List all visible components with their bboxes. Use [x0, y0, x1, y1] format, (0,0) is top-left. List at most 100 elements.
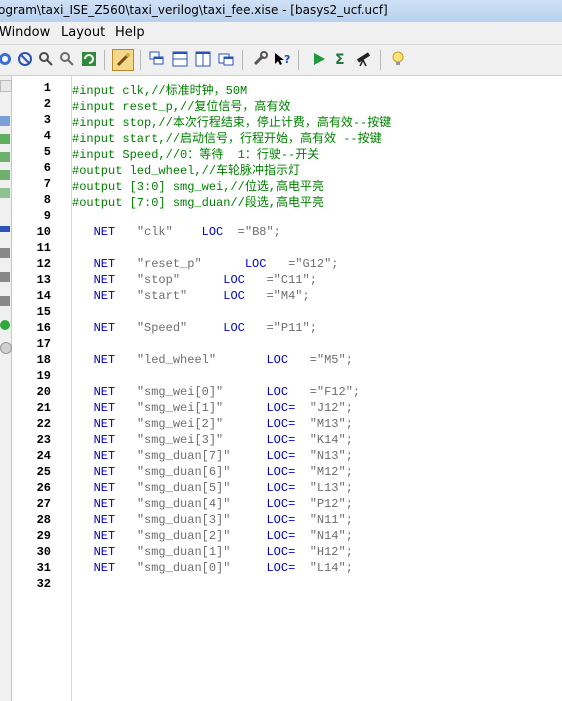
pin-value: "K14";	[309, 433, 353, 447]
line-number: 3	[43, 113, 51, 127]
toolbar: ? Σ	[0, 45, 562, 76]
arrow-icon[interactable]	[0, 272, 10, 282]
signal-name: "clk"	[136, 225, 173, 239]
net-keyword: NET	[93, 257, 116, 271]
panel-icon[interactable]	[0, 134, 10, 144]
arrow-icon[interactable]	[0, 248, 10, 258]
line-number: 30	[36, 545, 51, 559]
stop-icon[interactable]	[0, 342, 12, 354]
net-keyword: NET	[93, 465, 116, 479]
net-keyword: NET	[93, 481, 116, 495]
code-editor[interactable]: #input clk,//标准时钟，50M #input reset_p,//复位…	[72, 76, 562, 701]
code-line: #input reset_p,//复位信号，高有效	[72, 97, 290, 114]
signal-name: "smg_duan[6]"	[136, 465, 231, 479]
settings-wrench-icon[interactable]	[251, 50, 269, 68]
loc-keyword: LOC=	[266, 529, 296, 543]
loc-keyword: LOC	[223, 273, 245, 287]
tile-vertical-icon[interactable]	[194, 50, 212, 68]
line-number: 21	[36, 401, 51, 415]
line-number: 19	[36, 369, 51, 383]
help-cursor-icon[interactable]: ?	[273, 50, 291, 68]
comment-text: #input reset_p,//复位信号，高有效	[72, 100, 291, 114]
loc-keyword: LOC	[201, 225, 224, 239]
loc-keyword: LOC	[266, 353, 289, 367]
line-number: 26	[36, 481, 51, 495]
line-number: 23	[36, 433, 51, 447]
loc-keyword: LOC=	[266, 465, 296, 479]
line-number: 1	[43, 81, 51, 95]
panel-icon[interactable]	[0, 80, 12, 92]
net-keyword: NET	[93, 321, 116, 335]
panel-icon[interactable]	[0, 170, 10, 180]
code-line: #input start,//启动信号，行程开始，高有效 --按键	[72, 129, 382, 146]
net-keyword: NET	[93, 417, 116, 431]
signal-name: "smg_wei[0]"	[136, 385, 224, 399]
line-number: 28	[36, 513, 51, 527]
code-line: #input stop,//本次行程结束，停止计费，高有效--按键	[72, 113, 391, 130]
line-number-gutter: 1 2 3 4 5 6 7 8 9 10 11 12 13 14 15 16 17 18 19 20 21 22 23 24 2…	[12, 76, 72, 701]
signal-name: "start"	[136, 289, 188, 303]
pin-value: ="B8";	[237, 225, 281, 239]
signal-name: "smg_duan[4]"	[136, 497, 231, 511]
menu-bar: Window Layout Help	[0, 22, 562, 45]
line-number: 4	[43, 129, 51, 143]
go-icon[interactable]	[0, 320, 10, 330]
menu-layout[interactable]: Layout	[61, 25, 105, 40]
find-in-files-icon[interactable]	[37, 50, 55, 68]
net-keyword: NET	[93, 449, 116, 463]
comment-text: #input clk,//标准时钟，50M	[72, 84, 248, 98]
replace-icon[interactable]	[58, 50, 76, 68]
float-icon[interactable]	[217, 50, 235, 68]
tile-horizontal-icon[interactable]	[171, 50, 189, 68]
pin-value: ="C11";	[266, 273, 317, 287]
signal-name: "smg_duan[3]"	[136, 513, 231, 527]
telescope-icon[interactable]	[355, 50, 373, 68]
code-line: NET "reset_p" LOC ="G12";	[72, 257, 339, 271]
menu-help[interactable]: Help	[115, 25, 145, 40]
sigma-icon[interactable]: Σ	[332, 50, 350, 68]
line-number: 13	[36, 273, 51, 287]
comment-text: #output [3:0] smg_wei,//位选,高电平亮	[72, 180, 325, 194]
code-line: NET "smg_duan[7]" LOC= "N13";	[72, 449, 353, 463]
comment-text: #input Speed,//0：等待 1：行驶--开关	[72, 148, 320, 162]
arrow-icon[interactable]	[0, 296, 10, 306]
menu-window[interactable]: Window	[0, 25, 50, 40]
signal-name: "smg_wei[1]"	[136, 401, 224, 415]
code-line: NET "smg_wei[2]" LOC= "M13";	[72, 417, 353, 431]
cascade-icon[interactable]	[148, 50, 166, 68]
line-number: 16	[36, 321, 51, 335]
pin-value: "J12";	[309, 401, 353, 415]
lightbulb-icon[interactable]	[389, 50, 407, 68]
arrow-icon[interactable]	[0, 226, 10, 232]
net-keyword: NET	[93, 401, 116, 415]
line-number: 18	[36, 353, 51, 367]
pin-value: "M12";	[309, 465, 353, 479]
net-keyword: NET	[93, 545, 116, 559]
svg-text:Σ: Σ	[335, 52, 345, 67]
panel-icon[interactable]	[0, 188, 10, 198]
loc-keyword: LOC=	[266, 401, 296, 415]
find-icon[interactable]	[16, 50, 34, 68]
loc-keyword: LOC=	[266, 545, 296, 559]
panel-icon[interactable]	[0, 116, 10, 126]
signal-name: "stop"	[136, 273, 181, 287]
highlight-icon[interactable]	[112, 49, 134, 71]
signal-name: "smg_wei[3]"	[136, 433, 224, 447]
line-number: 20	[36, 385, 51, 399]
code-line: NET "smg_wei[1]" LOC= "J12";	[72, 401, 353, 415]
net-keyword: NET	[93, 289, 116, 303]
run-icon[interactable]	[310, 50, 328, 68]
panel-icon[interactable]	[0, 152, 10, 162]
line-number: 24	[36, 449, 51, 463]
net-keyword: NET	[93, 433, 116, 447]
code-line: #output led_wheel,//车轮脉冲指示灯	[72, 161, 300, 178]
net-keyword: NET	[93, 513, 116, 527]
refresh-icon[interactable]	[80, 50, 98, 68]
line-number: 14	[36, 289, 51, 303]
print-preview-icon[interactable]	[0, 50, 14, 68]
loc-keyword: LOC	[223, 321, 245, 335]
pin-value: "H12";	[309, 545, 353, 559]
pin-value: ="M4";	[266, 289, 310, 303]
line-number: 31	[36, 561, 51, 575]
loc-keyword: LOC=	[266, 481, 296, 495]
